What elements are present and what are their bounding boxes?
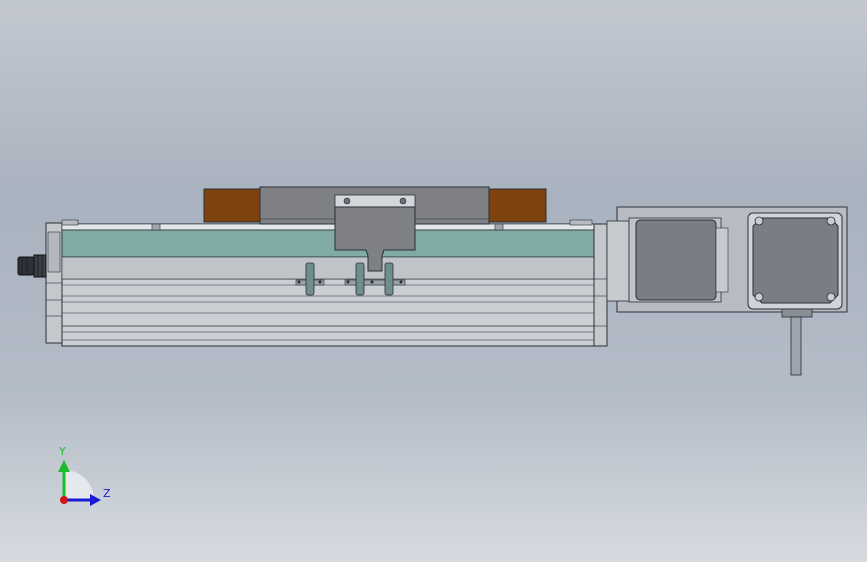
motor-cable-gland	[781, 308, 813, 318]
screw-1	[151, 223, 161, 231]
z-axis-label: Z	[103, 487, 111, 500]
tab-right	[569, 219, 593, 226]
right-end-cap[interactable]	[593, 223, 608, 347]
top-cover-strip[interactable]	[61, 229, 595, 280]
model-view[interactable]: Y Z	[0, 0, 867, 562]
reference-triad: Y Z	[58, 445, 111, 506]
bumper-left	[203, 188, 261, 223]
left-end-cap[interactable]	[45, 222, 63, 344]
tab-left	[61, 219, 79, 226]
cable-connector[interactable]	[17, 254, 47, 278]
graphics-viewport[interactable]: Y Z	[0, 0, 867, 562]
coupling-housing	[635, 219, 717, 301]
motor-cable	[790, 316, 802, 376]
origin-point	[60, 496, 68, 504]
y-axis-label: Y	[58, 445, 66, 458]
screw-2	[494, 223, 504, 231]
bumper-right	[488, 188, 547, 223]
servo-motor[interactable]	[747, 212, 843, 376]
